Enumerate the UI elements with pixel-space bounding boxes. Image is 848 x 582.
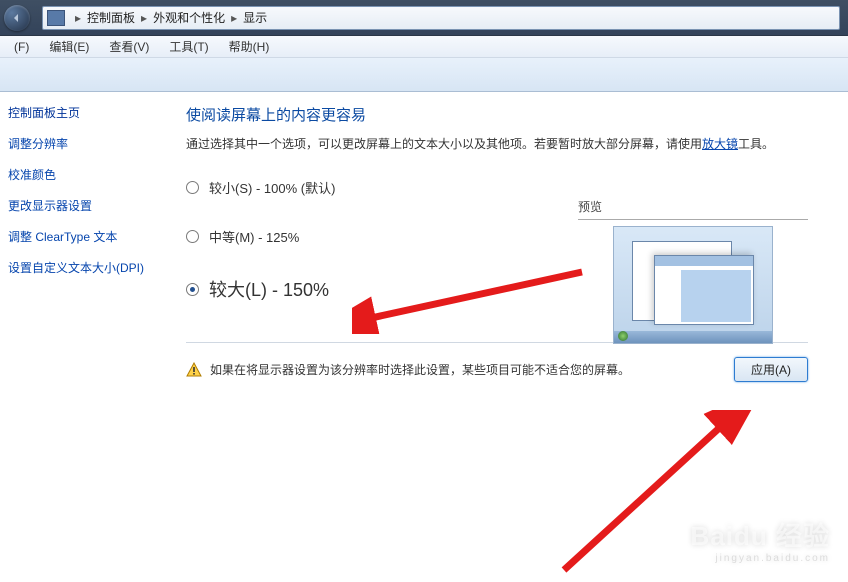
watermark-brand: Baidu 经验 (691, 521, 830, 551)
sidebar-link-resolution[interactable]: 调整分辨率 (8, 135, 160, 152)
sidebar-link-display-settings[interactable]: 更改显示器设置 (8, 197, 160, 214)
radio-icon (186, 230, 199, 243)
chevron-right-icon: ▸ (225, 11, 243, 25)
sidebar-link-calibrate[interactable]: 校准颜色 (8, 166, 160, 183)
chevron-right-icon: ▸ (69, 11, 87, 25)
command-bar (0, 58, 848, 92)
warning-text: 如果在将显示器设置为该分辨率时选择此设置，某些项目可能不适合您的屏幕。 (210, 361, 630, 378)
main-panel: 使阅读屏幕上的内容更容易 通过选择其中一个选项，可以更改屏幕上的文本大小以及其他… (172, 92, 848, 582)
menu-edit[interactable]: 编辑(E) (39, 38, 99, 55)
page-title: 使阅读屏幕上的内容更容易 (186, 104, 808, 125)
group-divider (578, 219, 808, 220)
menu-tools[interactable]: 工具(T) (159, 38, 218, 55)
preview-group: 预览 (578, 198, 808, 344)
chevron-right-icon: ▸ (135, 11, 153, 25)
radio-option-small[interactable]: 较小(S) - 100% (默认) (186, 178, 808, 197)
warning-row: 如果在将显示器设置为该分辨率时选择此设置，某些项目可能不适合您的屏幕。 应用(A… (186, 357, 808, 382)
address-bar: ▸ 控制面板 ▸ 外观和个性化 ▸ 显示 (0, 0, 848, 36)
page-description: 通过选择其中一个选项，可以更改屏幕上的文本大小以及其他项。若要暂时放大部分屏幕，… (186, 135, 808, 154)
sidebar: 控制面板主页 调整分辨率 校准颜色 更改显示器设置 调整 ClearType 文… (0, 92, 172, 582)
watermark: Baidu 经验 jingyan.baidu.com (691, 516, 830, 564)
sidebar-link-custom-dpi[interactable]: 设置自定义文本大小(DPI) (8, 259, 160, 276)
radio-label: 较小(S) - 100% (默认) (209, 178, 335, 197)
sidebar-link-cleartype[interactable]: 调整 ClearType 文本 (8, 228, 160, 245)
content-area: 控制面板主页 调整分辨率 校准颜色 更改显示器设置 调整 ClearType 文… (0, 92, 848, 582)
control-panel-icon (47, 10, 65, 26)
breadcrumb-item[interactable]: 控制面板 (87, 9, 135, 26)
desc-text-post: 工具。 (738, 137, 774, 151)
radio-icon (186, 181, 199, 194)
watermark-url: jingyan.baidu.com (691, 553, 830, 564)
breadcrumb-item[interactable]: 显示 (243, 9, 267, 26)
menu-view[interactable]: 查看(V) (99, 38, 159, 55)
menu-help[interactable]: 帮助(H) (219, 38, 280, 55)
sidebar-home-link[interactable]: 控制面板主页 (8, 104, 160, 121)
nav-back-button[interactable] (4, 5, 30, 31)
warning-icon (186, 362, 202, 378)
radio-icon (186, 283, 199, 296)
watermark-paw-icon (786, 476, 830, 520)
magnifier-link[interactable]: 放大镜 (702, 137, 738, 151)
menu-file[interactable]: (F) (4, 40, 39, 54)
radio-label: 中等(M) - 125% (209, 227, 299, 246)
preview-thumbnail (613, 226, 773, 344)
breadcrumb-item[interactable]: 外观和个性化 (153, 9, 225, 26)
desc-text-pre: 通过选择其中一个选项，可以更改屏幕上的文本大小以及其他项。若要暂时放大部分屏幕，… (186, 137, 702, 151)
preview-label: 预览 (578, 198, 808, 215)
menu-bar: (F) 编辑(E) 查看(V) 工具(T) 帮助(H) (0, 36, 848, 58)
apply-button[interactable]: 应用(A) (734, 357, 808, 382)
breadcrumb[interactable]: ▸ 控制面板 ▸ 外观和个性化 ▸ 显示 (42, 6, 840, 30)
radio-label: 较大(L) - 150% (209, 276, 329, 302)
